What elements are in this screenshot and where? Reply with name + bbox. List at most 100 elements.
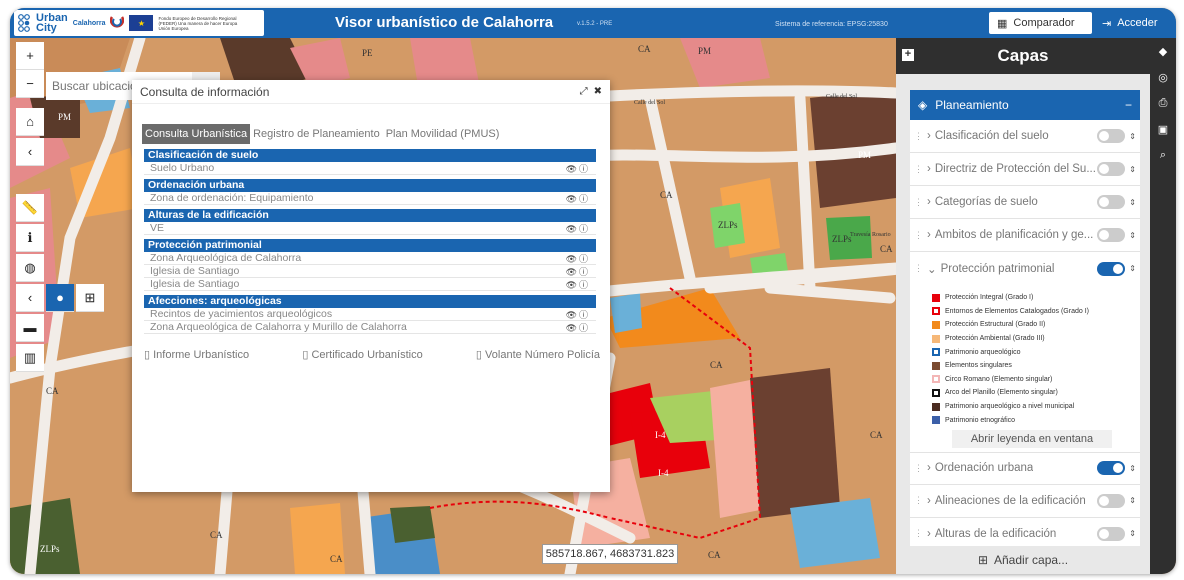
eye-info-icons[interactable]: 👁ⓘ xyxy=(566,321,590,334)
expand-arrow-icon[interactable]: › xyxy=(927,196,931,208)
layer-toggle[interactable] xyxy=(1097,129,1126,143)
info-tool-button[interactable]: ℹ xyxy=(16,224,44,252)
measure-button[interactable]: 📏 xyxy=(16,194,44,222)
compass-icon[interactable]: ◎ xyxy=(1150,64,1176,90)
layer-toggle[interactable] xyxy=(1097,195,1126,209)
result-text: Iglesia de Santiago xyxy=(150,265,240,277)
search-icon-side[interactable]: ⌕ xyxy=(1150,142,1176,168)
expand-icon[interactable]: ⤢ xyxy=(580,86,588,97)
result-row: Iglesia de Santiago 👁ⓘ xyxy=(144,265,596,278)
building-button[interactable]: ▥ xyxy=(16,344,44,372)
legend-label: Entornos de Elementos Catalogados (Grado… xyxy=(945,307,1089,315)
folder-icon: ▬ xyxy=(23,320,37,335)
drag-handle-icon[interactable]: ⋮ xyxy=(914,197,923,208)
layer-item-open[interactable]: ⋮ ⌄ Protección patrimonial ⇕ xyxy=(910,252,1140,285)
legend-label: Protección Estructural (Grado II) xyxy=(945,321,1046,329)
informe-urbanistico-link[interactable]: ▯ Informe Urbanístico xyxy=(144,348,249,361)
home-button[interactable]: ⌂ xyxy=(16,108,44,136)
eye-info-icons[interactable]: 👁ⓘ xyxy=(566,222,590,235)
eu-tagline: Unión Europea xyxy=(158,25,189,31)
globe-button[interactable]: ◍ xyxy=(16,254,44,282)
print-icon[interactable]: ⎙ xyxy=(1150,90,1176,116)
layer-toggle-on[interactable] xyxy=(1097,261,1126,276)
sort-icon[interactable]: ⇕ xyxy=(1129,264,1136,273)
map-label-ca4: CA xyxy=(46,386,59,396)
bookmark-icon[interactable]: ▣ xyxy=(1150,116,1176,142)
result-row: Zona de ordenación: Equipamiento 👁ⓘ xyxy=(144,192,596,205)
sort-icon[interactable]: ⇕ xyxy=(1129,198,1136,207)
result-row: Iglesia de Santiago 👁ⓘ xyxy=(144,278,596,291)
drag-handle-icon[interactable]: ⋮ xyxy=(914,131,923,142)
collapse-arrow-icon[interactable]: ⌄ xyxy=(927,262,937,276)
open-legend-window-button[interactable]: Abrir leyenda en ventana xyxy=(952,429,1112,448)
sort-icon[interactable]: ⇕ xyxy=(1129,464,1136,473)
tab-registro-planeamiento[interactable]: Registro de Planeamiento xyxy=(250,124,383,144)
layer-label: Directriz de Protección del Su... xyxy=(934,163,1096,175)
collapse-group-icon[interactable]: − xyxy=(1125,98,1132,112)
map-label-pm3: PM xyxy=(858,150,871,160)
location-pin-button[interactable]: ● xyxy=(46,284,74,312)
expand-arrow-icon[interactable]: › xyxy=(927,462,931,474)
layer-item[interactable]: ⋮ › Alineaciones de la edificación ⇕ xyxy=(910,485,1140,518)
certificado-urbanistico-link[interactable]: ▯ Certificado Urbanístico xyxy=(302,348,422,361)
section-heading: Alturas de la edificación xyxy=(144,209,596,222)
drag-handle-icon[interactable]: ⋮ xyxy=(914,528,923,539)
layer-item[interactable]: ⋮ › Directriz de Protección del Su... ⇕ xyxy=(910,153,1140,186)
group-header[interactable]: ◈ Planeamiento − xyxy=(910,90,1140,120)
layer-toggle[interactable] xyxy=(1097,162,1126,176)
eye-info-icons[interactable]: 👁ⓘ xyxy=(566,308,590,321)
drag-handle-icon[interactable]: ⋮ xyxy=(914,495,923,506)
result-text: Suelo Urbano xyxy=(150,162,215,174)
tab-consulta-urbanistica[interactable]: Consulta Urbanística xyxy=(142,124,251,144)
layers-panel-header: + Capas xyxy=(896,38,1150,74)
eye-info-icons[interactable]: 👁ⓘ xyxy=(566,192,590,205)
eye-info-icons[interactable]: 👁ⓘ xyxy=(566,265,590,278)
sort-icon[interactable]: ⇕ xyxy=(1129,132,1136,141)
layer-item[interactable]: ⋮ › Ordenación urbana ⇕ xyxy=(910,451,1140,485)
dialog-title: Consulta de información xyxy=(140,84,270,99)
drag-handle-icon[interactable]: ⋮ xyxy=(914,164,923,175)
collapse-toolbar-button[interactable]: ‹ xyxy=(16,138,44,166)
expand-arrow-icon[interactable]: › xyxy=(927,495,931,507)
grid-tool-button[interactable]: ⊞ xyxy=(76,284,104,312)
eye-info-icons[interactable]: 👁ⓘ xyxy=(566,162,590,175)
link-label: Informe Urbanístico xyxy=(153,349,250,361)
sort-icon[interactable]: ⇕ xyxy=(1129,496,1136,505)
expand-arrow-icon[interactable]: › xyxy=(927,528,931,540)
layer-toggle[interactable] xyxy=(1097,526,1126,541)
sort-icon[interactable]: ⇕ xyxy=(1129,529,1136,538)
eye-info-icons[interactable]: 👁ⓘ xyxy=(566,252,590,265)
layers-icon[interactable]: ◆ xyxy=(1150,38,1176,64)
group-title: Planeamiento xyxy=(935,98,1009,112)
sort-icon[interactable]: ⇕ xyxy=(1129,231,1136,240)
zoom-in-button[interactable]: + xyxy=(16,42,44,70)
expand-arrow-icon[interactable]: › xyxy=(927,163,931,175)
drag-handle-icon[interactable]: ⋮ xyxy=(914,463,923,474)
acceder-button[interactable]: ⇥ Acceder xyxy=(1094,12,1172,34)
layer-label: Alturas de la edificación xyxy=(934,527,1057,540)
expand-arrow-icon[interactable]: › xyxy=(927,229,931,241)
layer-toggle-on[interactable] xyxy=(1097,461,1126,476)
sort-icon[interactable]: ⇕ xyxy=(1129,165,1136,174)
expand-arrow-icon[interactable]: › xyxy=(927,130,931,142)
layer-item[interactable]: ⋮ › Ámbitos de planificación y ge... ⇕ xyxy=(910,219,1140,252)
layer-item[interactable]: ⋮ › Categorías de suelo ⇕ xyxy=(910,186,1140,219)
close-icon[interactable]: ✖ xyxy=(594,86,602,97)
layer-item[interactable]: ⋮ › Clasificación del suelo ⇕ xyxy=(910,120,1140,153)
tab-plan-movilidad[interactable]: Plan Movilidad (PMUS) xyxy=(383,124,503,144)
drag-handle-icon[interactable]: ⋮ xyxy=(914,263,923,274)
comparador-button[interactable]: ▦ Comparador xyxy=(989,12,1092,34)
folder-button[interactable]: ▬ xyxy=(16,314,44,342)
report-links: ▯ Informe Urbanístico ▯ Certificado Urba… xyxy=(144,348,600,361)
result-text: Iglesia de Santiago xyxy=(150,278,240,290)
volante-numero-policia-link[interactable]: ▯ Volante Número Policía xyxy=(476,348,600,361)
layer-toggle[interactable] xyxy=(1097,493,1126,508)
drag-handle-icon[interactable]: ⋮ xyxy=(914,230,923,241)
layer-toggle[interactable] xyxy=(1097,228,1126,242)
collapse-tools-button[interactable]: ‹ xyxy=(16,284,44,312)
urbancity-logo: Urban City xyxy=(18,13,68,34)
zoom-out-button[interactable]: − xyxy=(16,70,44,98)
add-layer-button[interactable]: ⊞ Añadir capa... xyxy=(896,546,1150,574)
legend-swatch-outline xyxy=(932,388,940,397)
eye-info-icons[interactable]: 👁ⓘ xyxy=(566,278,590,291)
